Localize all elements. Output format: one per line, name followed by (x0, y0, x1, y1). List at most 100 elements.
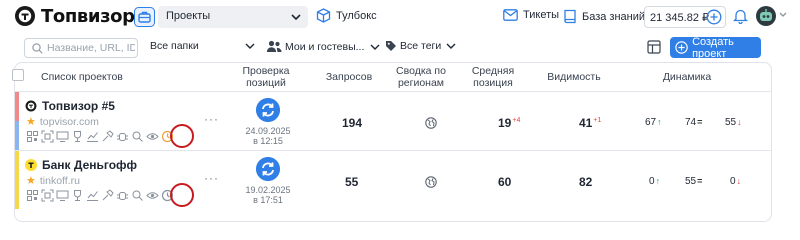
avg-position[interactable]: 19+4 (498, 116, 520, 130)
globe-icon[interactable] (425, 117, 437, 129)
select-all-checkbox[interactable] (12, 69, 24, 81)
plus-circle-icon (675, 41, 688, 54)
refresh-icon[interactable] (256, 157, 280, 181)
column-queries-label: Запросов (325, 71, 373, 83)
project-url-label: tinkoff.ru (39, 174, 80, 187)
project-url[interactable]: ★ tinkoff.ru (26, 174, 80, 188)
avg-position-delta: +4 (512, 117, 521, 124)
star-icon[interactable]: ★ (26, 174, 36, 187)
table-row[interactable]: Топвизор #5 ★ topvisor.com ··· 24.09.202… (15, 91, 771, 150)
qr-icon[interactable] (26, 130, 39, 143)
chevron-down-icon[interactable] (779, 12, 787, 18)
visibility[interactable]: 41+1 (579, 116, 601, 130)
balance-value: 21 345.82 ₽ (650, 12, 709, 24)
project-color-bar (15, 92, 19, 121)
column-regions-line1: Сводка по (396, 65, 446, 77)
dynamics-down[interactable]: 0↓ (730, 176, 741, 187)
tag-icon (386, 41, 396, 51)
more-options-button[interactable]: ··· (204, 171, 219, 185)
project-tools (26, 130, 176, 143)
eye-icon[interactable] (146, 189, 159, 202)
hammer-icon[interactable] (101, 130, 114, 143)
toolbox-link[interactable]: Тулбокс (316, 8, 377, 23)
scan-icon[interactable] (41, 130, 54, 143)
monitor-icon[interactable] (56, 189, 69, 202)
tags-filter[interactable]: Все теги (385, 40, 457, 52)
avg-position[interactable]: 60 (498, 175, 511, 189)
search-doc-icon[interactable] (131, 130, 144, 143)
column-check-line2: позиций (246, 77, 286, 89)
project-name-label: Банк Деньгофф (42, 158, 138, 172)
project-name[interactable]: Топвизор #5 (25, 99, 115, 113)
chevron-down-icon (245, 43, 255, 49)
create-project-button[interactable]: Создать проект (670, 36, 761, 60)
qr-icon[interactable] (26, 189, 39, 202)
hammer-icon[interactable] (101, 189, 114, 202)
table-view-icon[interactable] (647, 40, 661, 54)
bell-icon[interactable] (733, 8, 748, 24)
folders-filter[interactable]: Все папки (150, 40, 255, 52)
projects-table: Список проектов Проверка позиций Запросо… (14, 62, 772, 222)
dynamics-equal[interactable]: 55= (685, 176, 702, 187)
balance-box[interactable]: 21 345.82 ₽ (644, 6, 726, 28)
scan-icon[interactable] (41, 189, 54, 202)
dynamics-up[interactable]: 67↑ (645, 117, 662, 128)
topvisor-logo-icon (15, 6, 35, 26)
dynamics-equal[interactable]: 74= (685, 117, 702, 128)
column-dynamics-label: Динамика (662, 71, 712, 83)
owners-filter[interactable]: Мои и гостевы... (266, 40, 381, 53)
column-queries[interactable]: Запросов (317, 71, 381, 83)
bug-icon[interactable] (116, 189, 129, 202)
briefcase-icon[interactable] (134, 7, 155, 27)
more-options-button[interactable]: ··· (204, 112, 219, 126)
monitor-icon[interactable] (56, 130, 69, 143)
visibility-value: 82 (579, 175, 593, 189)
search-input[interactable] (47, 41, 135, 55)
search-doc-icon[interactable] (131, 189, 144, 202)
tickets-link[interactable]: Тикеты (503, 9, 559, 21)
table-row[interactable]: Банк Деньгофф ★ tinkoff.ru ··· 19.02.202… (15, 150, 771, 209)
trophy-icon[interactable] (71, 189, 84, 202)
column-dynamics[interactable]: Динамика (655, 71, 719, 83)
robot-avatar-icon (760, 9, 772, 21)
column-check-positions[interactable]: Проверка позиций (237, 65, 295, 89)
toolbox-label: Тулбокс (336, 9, 377, 22)
check-time-value: в 17:51 (253, 195, 283, 205)
dynamics-up-value: 0 (649, 176, 655, 187)
project-url[interactable]: ★ topvisor.com (26, 115, 99, 129)
refresh-icon[interactable] (256, 98, 280, 122)
dynamics-up-value: 67 (645, 117, 657, 128)
avatar[interactable] (756, 6, 776, 26)
visibility[interactable]: 82 (579, 175, 592, 189)
project-name[interactable]: Банк Деньгофф (25, 158, 137, 172)
column-avg-line1: Средняя (471, 65, 515, 77)
check-time-value: в 12:15 (253, 136, 283, 146)
column-avg-position[interactable]: Средняя позиция (463, 65, 523, 89)
column-avg-line2: позиция (473, 77, 513, 89)
logo[interactable]: Топвизор (14, 5, 135, 27)
dynamics-equal-value: 55 (685, 176, 697, 187)
trophy-icon[interactable] (71, 130, 84, 143)
dynamics-up[interactable]: 0↑ (649, 176, 660, 187)
column-regions[interactable]: Сводка по регионам (391, 65, 451, 89)
eye-icon[interactable] (146, 130, 159, 143)
dynamics-down[interactable]: 55↓ (725, 117, 742, 128)
chart-icon[interactable] (86, 130, 99, 143)
star-icon[interactable]: ★ (26, 115, 36, 128)
cube-icon (316, 8, 331, 23)
chart-icon[interactable] (86, 189, 99, 202)
plus-circle-icon[interactable] (706, 9, 722, 25)
knowledge-base-link[interactable]: База знаний (563, 9, 645, 24)
visibility-delta: +1 (593, 117, 602, 124)
column-projects-label: Список проектов (41, 71, 123, 83)
project-url-label: topvisor.com (39, 115, 99, 128)
bug-icon[interactable] (116, 130, 129, 143)
mail-icon (503, 9, 518, 21)
globe-icon[interactable] (425, 176, 437, 188)
search-field[interactable] (24, 38, 138, 58)
queries-count[interactable]: 55 (345, 175, 358, 189)
column-visibility[interactable]: Видимость (542, 71, 606, 83)
project-select[interactable]: Проекты (158, 6, 308, 28)
queries-count[interactable]: 194 (342, 116, 362, 130)
check-date-value: 24.09.2025 (245, 126, 291, 136)
